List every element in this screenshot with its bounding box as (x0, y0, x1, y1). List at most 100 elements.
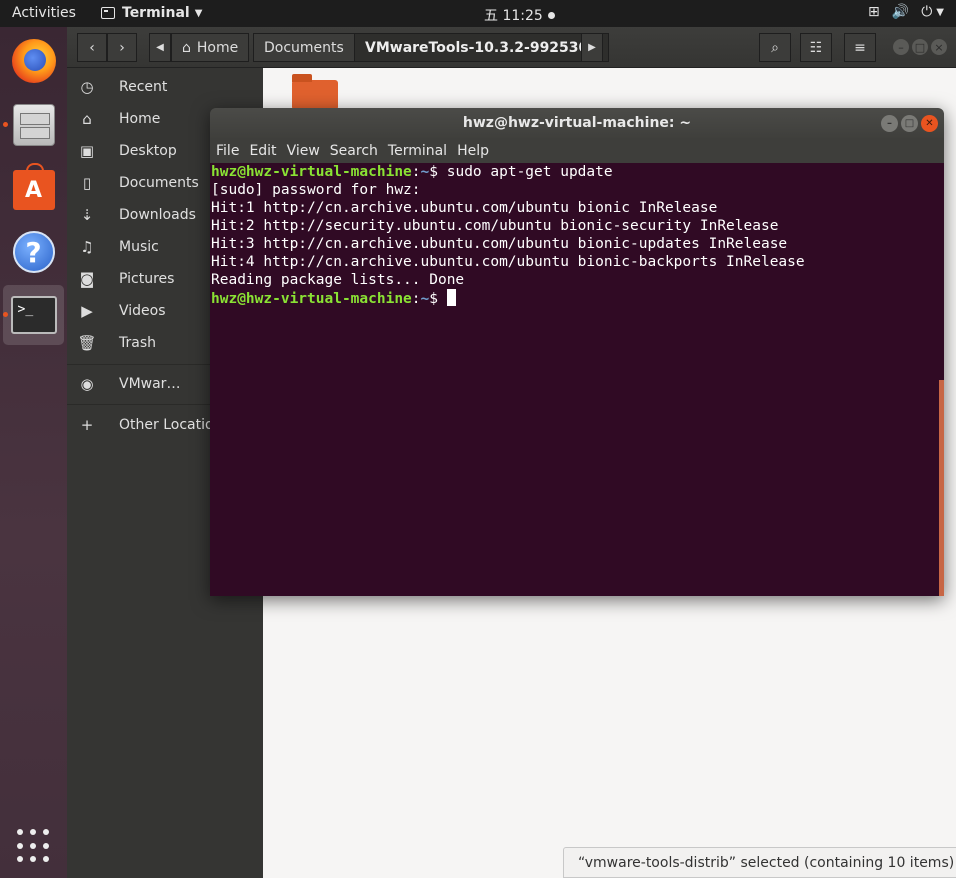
firefox-icon (11, 39, 56, 83)
dock-item-terminal[interactable]: >_ (3, 285, 64, 345)
grid-dot-icon (17, 842, 23, 849)
minimize-button[interactable]: – (893, 39, 909, 55)
terminal-output[interactable]: hwz@hwz-virtual-machine:~$ sudo apt-get … (210, 163, 944, 596)
show-applications-button[interactable] (17, 829, 51, 863)
terminal-title: hwz@hwz-virtual-machine: ~ (462, 115, 692, 131)
minimize-icon: – (887, 118, 892, 129)
hamburger-icon: ≡ (854, 39, 866, 56)
breadcrumb-documents[interactable]: Documents (253, 33, 355, 62)
minimize-icon: – (898, 40, 904, 54)
terminal-scrollbar[interactable] (939, 380, 944, 596)
dock-item-firefox[interactable] (0, 31, 67, 91)
power-icon[interactable]: ⏻ (921, 4, 932, 20)
camera-icon: ◙ (79, 270, 95, 288)
dock: A ? >_ (0, 27, 67, 878)
download-icon: ⇣ (80, 206, 94, 224)
home-icon: ⌂ (182, 39, 191, 56)
maximize-button[interactable]: □ (912, 39, 928, 55)
sidebar-item-label: Downloads (119, 207, 196, 223)
terminal-output-line: Hit:1 http://cn.archive.ubuntu.com/ubunt… (211, 200, 718, 216)
breadcrumb-home[interactable]: ⌂ Home (171, 33, 250, 62)
desktop-folder-icon: ▣ (79, 142, 95, 160)
grid-dot-icon (17, 856, 23, 863)
prompt-path: ~ (420, 291, 430, 307)
chevron-right-icon: › (119, 39, 125, 56)
close-button[interactable]: × (931, 39, 947, 55)
files-header-bar: ‹ › ◀ ⌂ Home Documents VMwareTools-10.3.… (67, 27, 956, 68)
back-button[interactable]: ‹ (77, 33, 107, 62)
close-icon: ✕ (925, 118, 934, 129)
terminal-prompt-line: hwz@hwz-virtual-machine:~$ (211, 289, 944, 307)
dock-item-help[interactable]: ? (0, 222, 67, 282)
home-icon: ⌂ (82, 110, 92, 128)
terminal-output-line: Hit:3 http://cn.archive.ubuntu.com/ubunt… (211, 236, 788, 252)
folder-icon[interactable] (292, 74, 338, 110)
volume-icon[interactable]: 🔊 (892, 4, 909, 20)
menu-edit[interactable]: Edit (249, 143, 276, 159)
grid-dot-icon (17, 829, 23, 835)
dock-item-software[interactable]: A (0, 160, 67, 220)
grid-dot-icon (43, 856, 49, 863)
terminal-maximize-button[interactable]: □ (901, 115, 918, 132)
triangle-left-icon: ◀ (156, 42, 164, 53)
prompt-user: hwz@hwz-virtual-machine (211, 291, 412, 307)
menu-help[interactable]: Help (457, 143, 489, 159)
grid-dot-icon (43, 829, 49, 835)
forward-button[interactable]: › (107, 33, 137, 62)
breadcrumb-scroll-right-button[interactable]: ▶ (581, 33, 603, 62)
network-icon[interactable]: ⊞ (868, 4, 880, 20)
activities-button[interactable]: Activities (12, 5, 76, 21)
disc-icon: ◉ (80, 375, 94, 393)
breadcrumb-label: Home (196, 39, 239, 56)
menu-terminal[interactable]: Terminal (388, 143, 447, 159)
menu-file[interactable]: File (216, 143, 239, 159)
clock-label: 五 11:25 (484, 8, 543, 24)
plus-icon: + (80, 416, 94, 434)
help-icon: ? (12, 231, 55, 273)
sidebar-item-label: Music (119, 239, 159, 255)
terminal-menu-bar: File Edit View Search Terminal Help (210, 138, 944, 163)
dock-item-files[interactable] (0, 95, 67, 155)
prompt-path: ~ (420, 164, 430, 180)
maximize-icon: □ (914, 40, 926, 54)
sidebar-item-label: Home (119, 111, 161, 127)
app-menu[interactable]: Terminal ▼ (101, 5, 202, 21)
sidebar-item-label: Trash (119, 335, 156, 351)
sidebar-item-label: Videos (119, 303, 166, 319)
terminal-small-icon (101, 7, 115, 19)
search-icon: ⌕ (771, 39, 779, 56)
terminal-output-line: [sudo] password for hwz: (211, 182, 421, 198)
sidebar-item-recent[interactable]: ◷ Recent (67, 73, 263, 101)
sidebar-item-label: Desktop (119, 143, 177, 159)
sidebar-item-label: Recent (119, 79, 168, 95)
software-store-icon: A (12, 163, 55, 210)
triangle-right-icon: ▶ (588, 42, 596, 53)
system-tray[interactable]: ⊞ 🔊 ⏻ ▼ (868, 4, 944, 20)
terminal-title-bar[interactable]: hwz@hwz-virtual-machine: ~ – □ ✕ (210, 108, 944, 138)
menu-view[interactable]: View (287, 143, 320, 159)
menu-button[interactable]: ≡ (844, 33, 876, 62)
close-icon: × (934, 40, 944, 54)
app-menu-label: Terminal (122, 5, 190, 21)
terminal-output-line: Hit:4 http://cn.archive.ubuntu.com/ubunt… (211, 254, 805, 270)
terminal-output-line: Reading package lists... Done (211, 272, 465, 288)
command-text: sudo apt-get update (446, 164, 613, 180)
terminal-output-line: Hit:2 http://security.ubuntu.com/ubuntu … (211, 218, 779, 234)
clock[interactable]: 五 11:25 (484, 5, 555, 25)
breadcrumb-current[interactable]: VMwareTools-10.3.2-9925305 (354, 33, 610, 62)
chevron-left-icon: ‹ (89, 39, 95, 56)
caret-down-icon: ▼ (936, 6, 944, 18)
breadcrumb-scroll-left-button[interactable]: ◀ (149, 33, 171, 62)
view-toggle-button[interactable]: ☷ (800, 33, 832, 62)
grid-dot-icon (30, 842, 36, 849)
sidebar-item-label: Documents (119, 175, 199, 191)
terminal-window: hwz@hwz-virtual-machine: ~ – □ ✕ File Ed… (210, 108, 944, 596)
grid-dot-icon (30, 856, 36, 863)
caret-down-icon: ▼ (194, 7, 203, 19)
terminal-minimize-button[interactable]: – (881, 115, 898, 132)
terminal-close-button[interactable]: ✕ (921, 115, 938, 132)
search-button[interactable]: ⌕ (759, 33, 791, 62)
grid-dot-icon (43, 842, 49, 849)
menu-search[interactable]: Search (330, 143, 378, 159)
top-bar: Activities Terminal ▼ 五 11:25 ⊞ 🔊 ⏻ ▼ (0, 0, 956, 27)
